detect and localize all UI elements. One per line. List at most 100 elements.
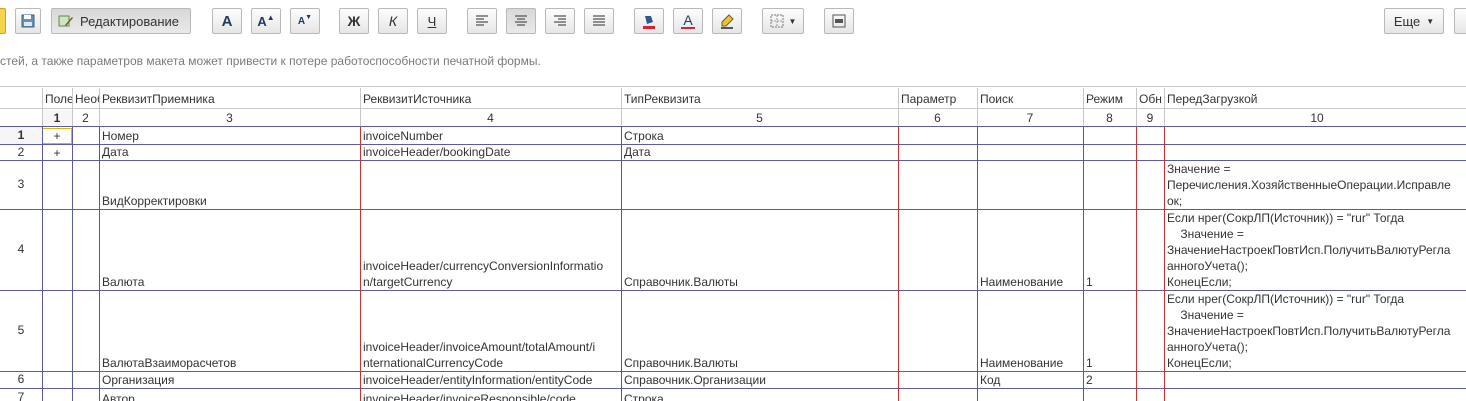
cell-c8[interactable]: 1 — [1086, 290, 1135, 371]
cell-c3[interactable]: ВидКорректировки — [102, 160, 359, 209]
source-line: invoiceNumber — [363, 129, 444, 143]
cell-c5[interactable]: Справочник.Валюты — [624, 209, 897, 290]
edit-mode-label: Редактирование — [80, 13, 180, 29]
cell-c3[interactable]: Номер — [102, 127, 359, 144]
cell-c3-text: Автор — [102, 392, 135, 401]
cell-source[interactable]: invoiceHeader/entityInformation/entityCo… — [363, 371, 620, 388]
code-line: Значение = — [1167, 227, 1244, 241]
cell-before-load[interactable] — [1167, 389, 1466, 401]
more-button[interactable]: Еще ▼ — [1384, 8, 1444, 34]
source-line: invoiceHeader/bookingDate — [363, 145, 511, 159]
column-number[interactable]: 9 — [1136, 110, 1164, 126]
row-number[interactable]: 3 — [0, 160, 42, 209]
cell-c8[interactable] — [1086, 144, 1135, 160]
cell-c3[interactable]: Дата — [102, 144, 359, 160]
cell-before-load[interactable] — [1167, 145, 1466, 161]
cell-c3-text: Организация — [102, 373, 175, 387]
cell-c7[interactable] — [980, 160, 1082, 209]
spreadsheet[interactable]: Поле1Необ2РеквизитПриемника3РеквизитИсто… — [0, 86, 1466, 401]
cell-before-load[interactable]: Значение = Перечисления.ХозяйственныеОпер… — [1167, 161, 1466, 210]
column-number[interactable]: 6 — [898, 110, 977, 126]
font-color-button[interactable]: A — [673, 8, 703, 34]
row-number[interactable]: 6 — [0, 371, 42, 388]
cell-c7[interactable]: Наименование — [980, 209, 1082, 290]
row-number[interactable]: 1 — [0, 127, 42, 144]
cell-c7[interactable]: Наименование — [980, 290, 1082, 371]
back-button[interactable] — [0, 8, 6, 34]
fill-color-button[interactable] — [634, 8, 664, 34]
cell-before-load[interactable] — [1167, 128, 1466, 145]
edit-mode-button[interactable]: Редактирование — [51, 8, 191, 34]
underline-button[interactable]: Ч — [417, 8, 447, 34]
cell-c7[interactable] — [980, 388, 1082, 401]
increase-font-button[interactable]: A ▲ — [251, 8, 281, 34]
row-number[interactable]: 5 — [0, 290, 42, 371]
cell-before-load[interactable]: Если нрег(СокрЛП(Источник)) = "rur" Тогд… — [1167, 291, 1466, 372]
cell-c5[interactable]: Справочник.Валюты — [624, 290, 897, 371]
column-number[interactable]: 8 — [1083, 110, 1136, 126]
borders-icon — [770, 14, 784, 28]
column-number[interactable]: 1 — [42, 110, 72, 126]
cell-c5[interactable]: Строка — [624, 388, 897, 401]
cell-field[interactable]: + — [42, 128, 72, 144]
bold-button[interactable]: Ж — [339, 8, 369, 34]
column-title: Параметр — [901, 92, 957, 106]
column-number[interactable]: 2 — [72, 110, 99, 126]
cell-c8[interactable]: 1 — [1086, 209, 1135, 290]
cell-c5[interactable]: Дата — [624, 144, 897, 160]
cell-c5[interactable]: Строка — [624, 127, 897, 144]
cell-source[interactable]: invoiceHeader/invoiceResponsible/code — [363, 388, 620, 401]
cell-c5-text: Строка — [624, 129, 664, 143]
cell-c7[interactable] — [980, 127, 1082, 144]
cell-c5-text: Справочник.Организации — [624, 373, 766, 387]
cell-before-load[interactable]: Если нрег(СокрЛП(Источник)) = "rur" Тогд… — [1167, 210, 1466, 291]
column-number[interactable]: 3 — [99, 110, 360, 126]
cell-c3[interactable]: ВалютаВзаиморасчетов — [102, 290, 359, 371]
column-number[interactable]: 10 — [1164, 110, 1466, 126]
cell-c8[interactable] — [1086, 388, 1135, 401]
column-header-divider — [360, 88, 361, 126]
cell-c3[interactable]: Организация — [102, 371, 359, 388]
column-number[interactable]: 7 — [977, 110, 1083, 126]
column-header-divider — [621, 88, 622, 126]
cell-before-load[interactable] — [1167, 372, 1466, 389]
extra-button[interactable] — [1454, 8, 1466, 34]
cell-c8[interactable] — [1086, 127, 1135, 144]
cell-source[interactable] — [363, 160, 620, 209]
font-color-bar — [681, 27, 695, 29]
align-center-button[interactable] — [506, 8, 536, 34]
cell-c5[interactable] — [624, 160, 897, 209]
align-left-button[interactable] — [467, 8, 497, 34]
merge-cells-button[interactable] — [824, 8, 854, 34]
code-line: анногоУчета(); — [1167, 340, 1248, 354]
column-title: ПередЗагрузкой — [1167, 92, 1258, 106]
row-number[interactable]: 4 — [0, 209, 42, 290]
align-right-button[interactable] — [545, 8, 575, 34]
align-justify-button[interactable] — [584, 8, 614, 34]
highlight-button[interactable] — [712, 8, 742, 34]
cell-field[interactable]: + — [42, 145, 72, 161]
italic-button[interactable]: К — [378, 8, 408, 34]
row-number[interactable]: 2 — [0, 144, 42, 160]
cell-c8[interactable] — [1086, 160, 1135, 209]
save-button[interactable] — [15, 8, 41, 34]
cell-c3-text: Номер — [102, 129, 139, 143]
cell-source[interactable]: invoiceHeader/currencyConversionInformat… — [363, 209, 620, 290]
cell-source[interactable]: invoiceHeader/bookingDate — [363, 144, 620, 160]
cell-c5[interactable]: Справочник.Организации — [624, 371, 897, 388]
cell-c8[interactable]: 2 — [1086, 371, 1135, 388]
cell-c7[interactable] — [980, 144, 1082, 160]
row-number[interactable]: 7 — [0, 388, 42, 401]
chevron-down-icon: ▼ — [1426, 16, 1435, 26]
decrease-font-button[interactable]: A ▼ — [290, 8, 320, 34]
borders-dropdown[interactable]: ▼ — [762, 8, 804, 34]
cell-source[interactable]: invoiceHeader/invoiceAmount/totalAmount/… — [363, 290, 620, 371]
column-number[interactable]: 5 — [621, 110, 898, 126]
font-button[interactable]: A — [212, 8, 242, 34]
cell-c3[interactable]: Автор — [102, 388, 359, 401]
italic-icon: К — [388, 13, 398, 29]
cell-source[interactable]: invoiceNumber — [363, 127, 620, 144]
cell-c7[interactable]: Код — [980, 371, 1082, 388]
cell-c3[interactable]: Валюта — [102, 209, 359, 290]
column-number[interactable]: 4 — [360, 110, 621, 126]
